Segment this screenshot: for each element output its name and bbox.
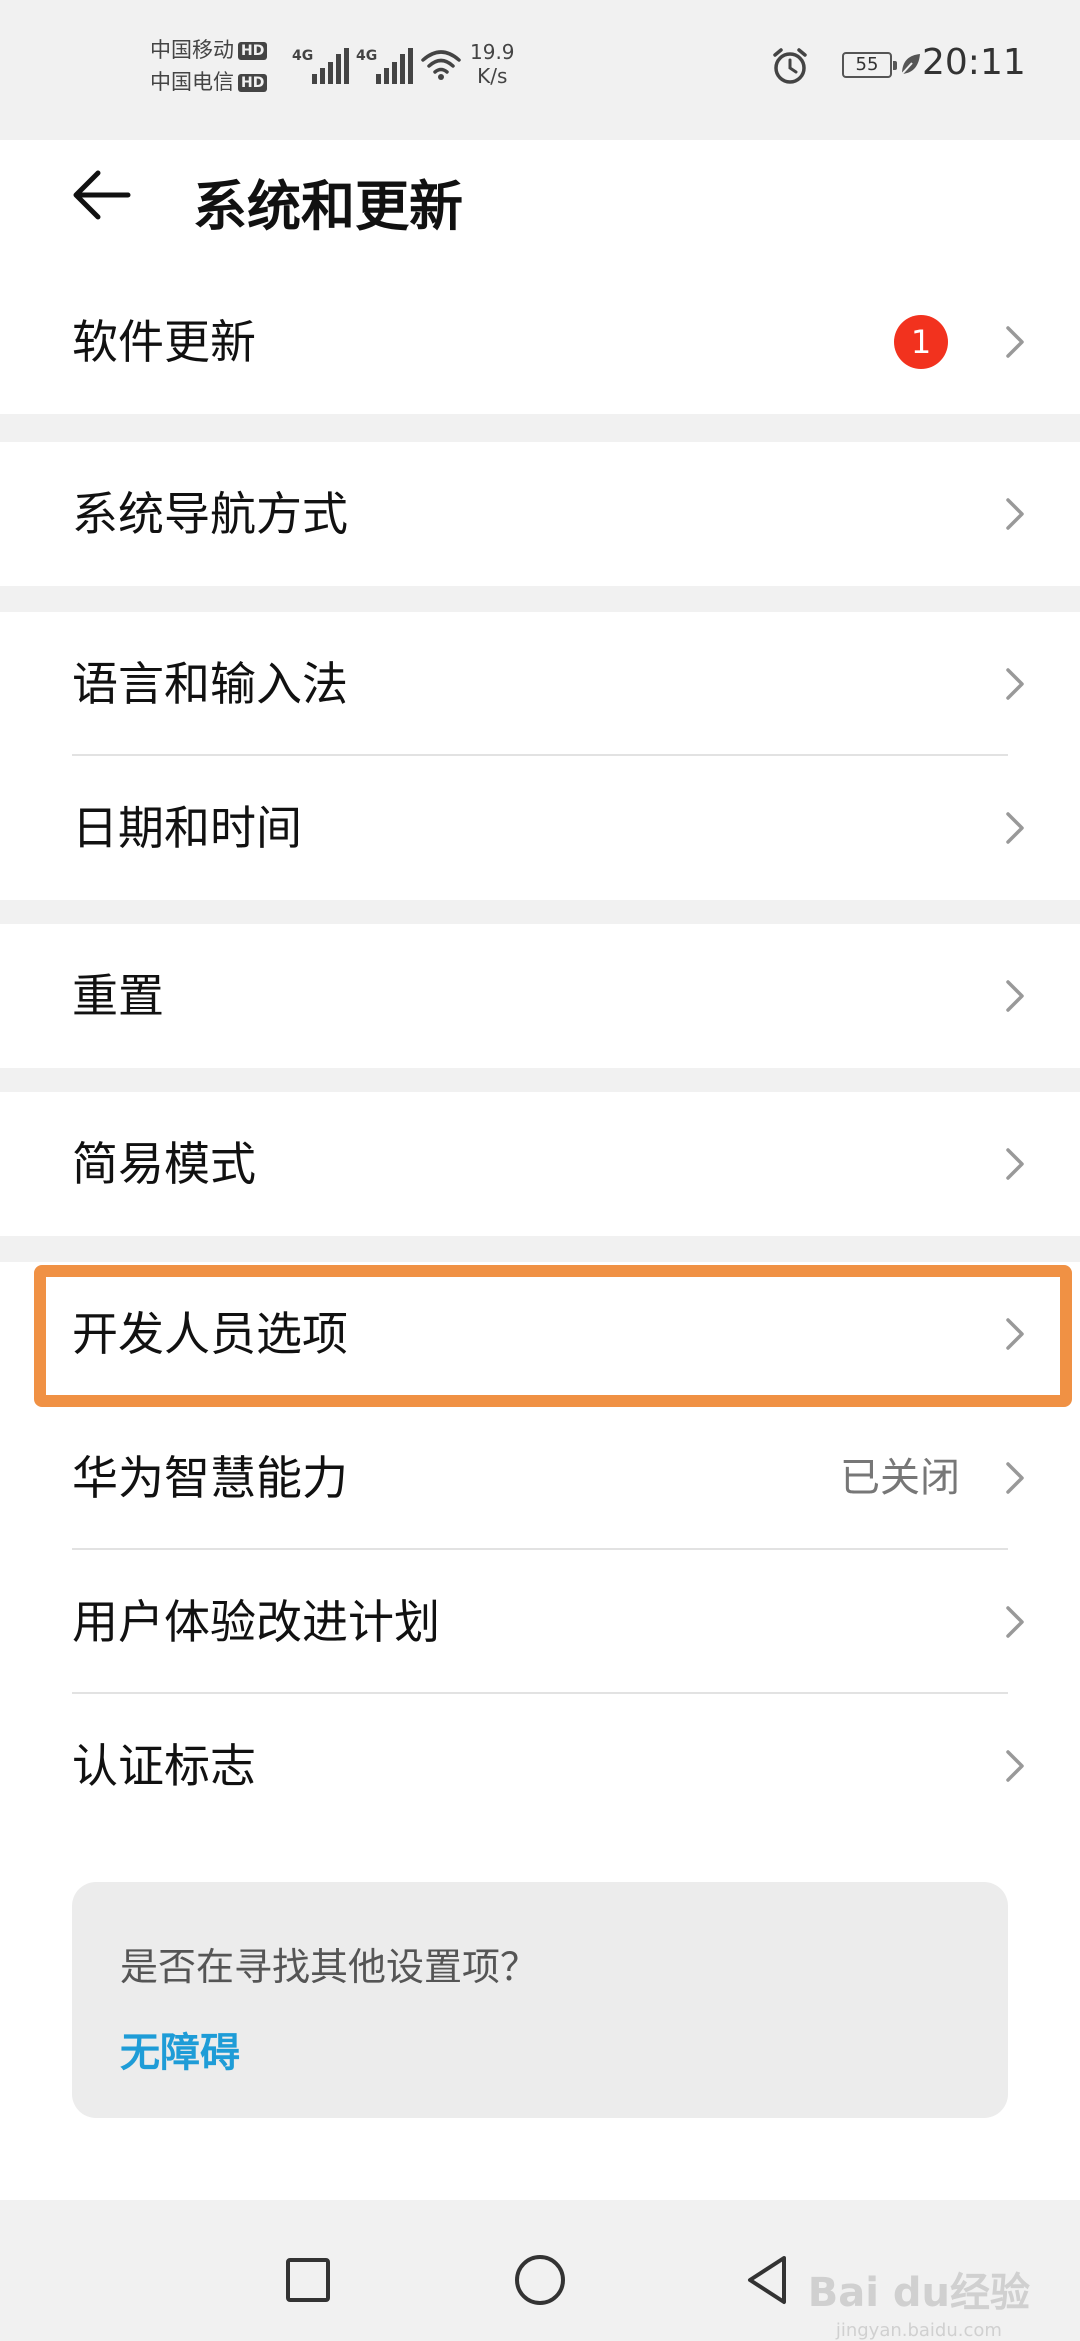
- settings-item-system-navigation[interactable]: 系统导航方式: [0, 442, 1080, 586]
- net-speed: 19.9 K/s: [470, 40, 515, 88]
- settings-item-developer-options[interactable]: 开发人员选项: [0, 1262, 1080, 1406]
- settings-group: 软件更新 1: [0, 270, 1080, 414]
- home-circle-icon[interactable]: [510, 2250, 570, 2310]
- watermark-site: jingyan.baidu.com: [835, 2320, 1002, 2341]
- settings-item-label: 重置: [72, 969, 164, 1023]
- settings-item-language-input[interactable]: 语言和输入法: [0, 612, 1080, 756]
- back-arrow-icon[interactable]: [68, 160, 138, 230]
- net-speed-value: 19.9: [470, 40, 515, 64]
- chevron-right-icon: [1006, 1462, 1024, 1494]
- chevron-right-icon: [1006, 1318, 1024, 1350]
- network-type-label: 4G: [356, 48, 378, 64]
- net-speed-unit: K/s: [477, 64, 508, 88]
- settings-item-label: 开发人员选项: [72, 1307, 348, 1361]
- settings-item-value: 已关闭: [840, 1455, 960, 1501]
- carrier-1-label: 中国移动: [150, 38, 234, 62]
- hd-badge: HD: [238, 74, 268, 92]
- wifi-icon: [421, 50, 461, 80]
- status-bar: 中国移动 HD 中国电信 HD 4G 4G 19.9 K/s 55 20:11: [0, 0, 1080, 140]
- alarm-clock-icon: [773, 48, 807, 84]
- signal-icon: 4G: [356, 44, 413, 84]
- baidu-watermark: Bai du经验 jingyan.baidu.com: [808, 2260, 1030, 2341]
- navigation-bar: Bai du经验 jingyan.baidu.com: [0, 2200, 1080, 2341]
- leaf-icon: [901, 54, 920, 75]
- settings-item-simple-mode[interactable]: 简易模式: [0, 1092, 1080, 1236]
- carrier-1: 中国移动 HD: [150, 38, 268, 62]
- update-count-badge: 1: [894, 315, 948, 369]
- settings-item-label: 认证标志: [72, 1739, 256, 1793]
- app-header: 系统和更新: [0, 140, 1080, 270]
- page-title: 系统和更新: [193, 175, 463, 238]
- battery-icon: 55: [842, 52, 897, 78]
- settings-item-huawei-intelligence[interactable]: 华为智慧能力 已关闭: [0, 1406, 1080, 1550]
- suggestion-question: 是否在寻找其他设置项？: [120, 1945, 539, 1989]
- settings-group: 简易模式: [0, 1092, 1080, 1236]
- settings-item-label: 日期和时间: [72, 801, 302, 855]
- settings-item-user-experience[interactable]: 用户体验改进计划: [0, 1550, 1080, 1694]
- settings-group: 语言和输入法 日期和时间: [0, 612, 1080, 900]
- suggestion-card: 是否在寻找其他设置项？ 无障碍: [72, 1882, 1008, 2118]
- settings-item-label: 简易模式: [72, 1137, 256, 1191]
- settings-group: 重置: [0, 924, 1080, 1068]
- chevron-right-icon: [1006, 668, 1024, 700]
- watermark-brand: Bai du经验: [807, 2270, 1030, 2316]
- settings-item-software-update[interactable]: 软件更新 1: [0, 270, 1080, 414]
- settings-item-certification[interactable]: 认证标志: [0, 1694, 1080, 1838]
- clock-time: 20:11: [922, 42, 1026, 83]
- chevron-right-icon: [1006, 812, 1024, 844]
- settings-item-label: 华为智慧能力: [72, 1451, 348, 1505]
- settings-group: 开发人员选项 华为智慧能力 已关闭 用户体验改进计划 认证标志: [0, 1262, 1080, 2340]
- chevron-right-icon: [1006, 980, 1024, 1012]
- carrier-2: 中国电信 HD: [150, 70, 268, 94]
- carrier-2-label: 中国电信: [150, 70, 234, 94]
- back-triangle-icon[interactable]: [738, 2250, 798, 2310]
- chevron-right-icon: [1006, 1750, 1024, 1782]
- settings-group: 系统导航方式: [0, 442, 1080, 586]
- chevron-right-icon: [1006, 1606, 1024, 1638]
- status-right: 55 20:11: [770, 40, 1080, 90]
- chevron-right-icon: [1006, 326, 1024, 358]
- signal-icon: 4G: [292, 44, 349, 84]
- network-type-label: 4G: [292, 48, 314, 64]
- recents-square-icon[interactable]: [278, 2250, 338, 2310]
- settings-item-label: 用户体验改进计划: [72, 1595, 440, 1649]
- settings-item-label: 系统导航方式: [72, 487, 348, 541]
- accessibility-link[interactable]: 无障碍: [120, 2020, 240, 2078]
- chevron-right-icon: [1006, 498, 1024, 530]
- settings-item-label: 语言和输入法: [72, 657, 348, 711]
- settings-item-label: 软件更新: [72, 315, 256, 369]
- hd-badge: HD: [238, 42, 268, 60]
- settings-item-date-time[interactable]: 日期和时间: [0, 756, 1080, 900]
- chevron-right-icon: [1006, 1148, 1024, 1180]
- settings-item-reset[interactable]: 重置: [0, 924, 1080, 1068]
- battery-level: 55: [855, 54, 879, 75]
